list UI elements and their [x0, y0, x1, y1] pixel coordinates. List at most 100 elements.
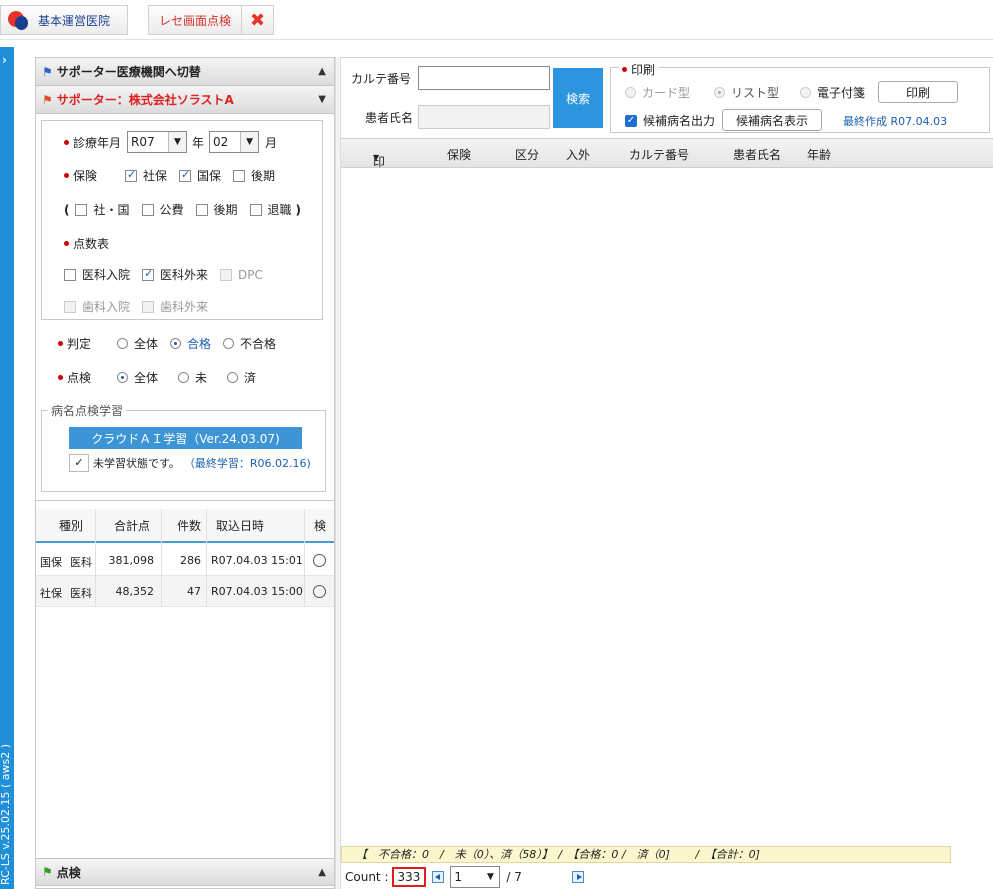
- switch-facility-label: サポーター医療機関へ切替: [56, 65, 201, 79]
- shinryo-row: 診療年月 R07 ▼ 年 02 ▼ 月: [64, 131, 277, 153]
- kokuho-label: 国保: [197, 169, 222, 183]
- check-icon[interactable]: ✓: [69, 454, 89, 472]
- hantei-all-radio[interactable]: [117, 338, 128, 349]
- kouki-checkbox[interactable]: [233, 169, 246, 182]
- side-strip[interactable]: › RC-LS v.25.02.15 ( aws2 ): [0, 47, 14, 889]
- header-ken: 検: [314, 518, 327, 533]
- prev-page-button[interactable]: [432, 870, 445, 883]
- check-circle-icon[interactable]: [313, 585, 326, 598]
- facility-button[interactable]: 基本運営医院: [0, 5, 128, 35]
- kouki2-checkbox[interactable]: [195, 203, 208, 216]
- next-page-button[interactable]: [571, 870, 584, 883]
- tenken-mi-radio[interactable]: [178, 372, 190, 383]
- row-total: 48,352: [115, 585, 155, 598]
- card-type-option[interactable]: カード型: [625, 84, 690, 101]
- e-fusen-label: 電子付箋: [817, 86, 866, 100]
- taishoku-label: 退職: [267, 203, 292, 217]
- row-count: 286: [180, 554, 201, 567]
- taishoku-checkbox[interactable]: [249, 203, 262, 216]
- hoken-row: 保険 社保 国保 後期: [64, 167, 275, 184]
- header-torikomi: 取込日時: [216, 518, 265, 533]
- dropdown-arrow-icon: ▼: [168, 132, 187, 152]
- candidate-show-button[interactable]: 候補病名表示: [722, 109, 822, 131]
- version-text: RC-LS v.25.02.15 ( aws2 ): [0, 743, 12, 885]
- hantei-pass-radio[interactable]: [170, 338, 182, 349]
- switch-facility-header[interactable]: ⚑ サポーター医療機関へ切替 ▲: [36, 58, 334, 86]
- facility-button-label: 基本運営医院: [38, 13, 111, 28]
- header-karte: カルテ番号: [629, 148, 690, 162]
- list-type-option[interactable]: リスト型: [714, 84, 779, 101]
- check-icon: ✓: [625, 114, 637, 127]
- row-total: 381,098: [108, 554, 155, 567]
- sha-koku-checkbox[interactable]: [75, 203, 88, 216]
- tenken-all-label: 全体: [134, 371, 159, 385]
- table-row[interactable]: 社保 医科 48,352 47 R07.04.03 15:00: [36, 576, 334, 607]
- check-circle-icon[interactable]: [313, 554, 326, 567]
- kouhi-checkbox[interactable]: [141, 203, 154, 216]
- patient-input[interactable]: [418, 105, 550, 129]
- shika-nyuin-checkbox: [64, 300, 76, 313]
- karte-input[interactable]: [418, 66, 550, 90]
- flag-blue-icon: ⚑: [42, 64, 53, 79]
- last-learn-text: （最終学習：R06.02.16): [183, 457, 311, 470]
- header-shubetsu: 種別: [59, 518, 84, 533]
- year-select[interactable]: R07 ▼: [127, 131, 188, 153]
- ika-gairai-label: 医科外来: [160, 268, 209, 282]
- count-value: 333: [391, 866, 427, 887]
- learning-legend: 病名点検学習: [48, 402, 127, 419]
- supporter-header[interactable]: ⚑ サポーター：株式会社ソラストA ▼: [36, 86, 334, 114]
- supporter-label: サポーター：株式会社ソラストA: [56, 93, 234, 107]
- learning-fieldset: [41, 410, 326, 492]
- main-table-body: [341, 168, 993, 846]
- candidate-output-option[interactable]: ✓ 候補病名出力: [625, 112, 715, 129]
- tenken-footer-header[interactable]: ⚑ 点検 ▲: [36, 858, 334, 886]
- ika-nyuin-checkbox[interactable]: [64, 268, 76, 281]
- print-button[interactable]: 印刷: [878, 81, 958, 103]
- paren-open: (: [64, 202, 70, 217]
- main-table-header: 印刷 ▼ 保険 区分 入外 カルテ番号 患者氏名 年齢: [341, 138, 993, 186]
- karte-label: カルテ番号: [351, 72, 412, 86]
- kouki2-label: 後期: [213, 203, 238, 217]
- header-kubun: 区分: [515, 148, 540, 162]
- row-date: R07.04.03 15:01: [211, 554, 303, 567]
- row-type2: 医科: [70, 556, 92, 569]
- hoken-label: 保険: [73, 169, 98, 183]
- close-button[interactable]: ✖: [241, 5, 274, 35]
- row-date: R07.04.03 15:00: [211, 585, 303, 598]
- rese-check-button[interactable]: レセ画面点検: [148, 5, 242, 35]
- tensu-label: 点数表: [73, 237, 110, 251]
- ai-learning-button[interactable]: クラウドＡＩ学習（Ver.24.03.07): [69, 427, 302, 449]
- tenken-zumi-radio[interactable]: [227, 372, 239, 383]
- kokuho-checkbox[interactable]: [179, 168, 192, 182]
- tensu-options-row: 医科入院 医科外来 DPC: [64, 266, 263, 283]
- page-total: / 7: [506, 869, 522, 884]
- tenken-label: 点検: [67, 371, 92, 385]
- year-suffix: 年: [192, 135, 205, 150]
- top-toolbar: 基本運営医院 レセ画面点検 ✖: [0, 0, 993, 40]
- shaho-label: 社保: [143, 169, 168, 183]
- sha-koku-label: 社・国: [93, 203, 130, 217]
- tenken-all-radio[interactable]: [117, 372, 128, 383]
- kouhi-label: 公費: [159, 203, 184, 217]
- shaho-checkbox[interactable]: [125, 168, 137, 182]
- candidate-output-label: 候補病名出力: [643, 114, 716, 128]
- left-panel: ⚑ サポーター医療機関へ切替 ▲ ⚑ サポーター：株式会社ソラストA ▼ 診療年…: [35, 57, 335, 889]
- e-fusen-option[interactable]: 電子付箋: [800, 84, 865, 101]
- kouki-label: 後期: [251, 169, 276, 183]
- ika-gairai-checkbox[interactable]: [142, 267, 155, 281]
- search-button[interactable]: 検索: [553, 68, 603, 128]
- triangle-left-icon: [435, 873, 441, 880]
- row-type1: 国保: [40, 556, 62, 569]
- sort-down-icon: ▼: [373, 153, 380, 162]
- shika-nyuin-label: 歯科入院: [82, 300, 131, 314]
- page-select[interactable]: 1 ▼: [450, 865, 501, 888]
- hantei-fail-radio[interactable]: [223, 338, 235, 349]
- search-area: カルテ番号 患者氏名 検索 印刷 カード型 リスト型 電子付箋 印刷 ✓ 候補病名…: [341, 57, 993, 138]
- tenken-zumi-label: 済: [244, 371, 257, 385]
- expand-chevron-icon[interactable]: ›: [2, 53, 7, 67]
- header-patient: 患者氏名: [733, 148, 782, 162]
- header-hoken: 保険: [447, 148, 472, 162]
- table-row[interactable]: 国保 医科 381,098 286 R07.04.03 15:01: [36, 545, 334, 576]
- month-select[interactable]: 02 ▼: [209, 131, 260, 153]
- hantei-all-label: 全体: [134, 337, 159, 351]
